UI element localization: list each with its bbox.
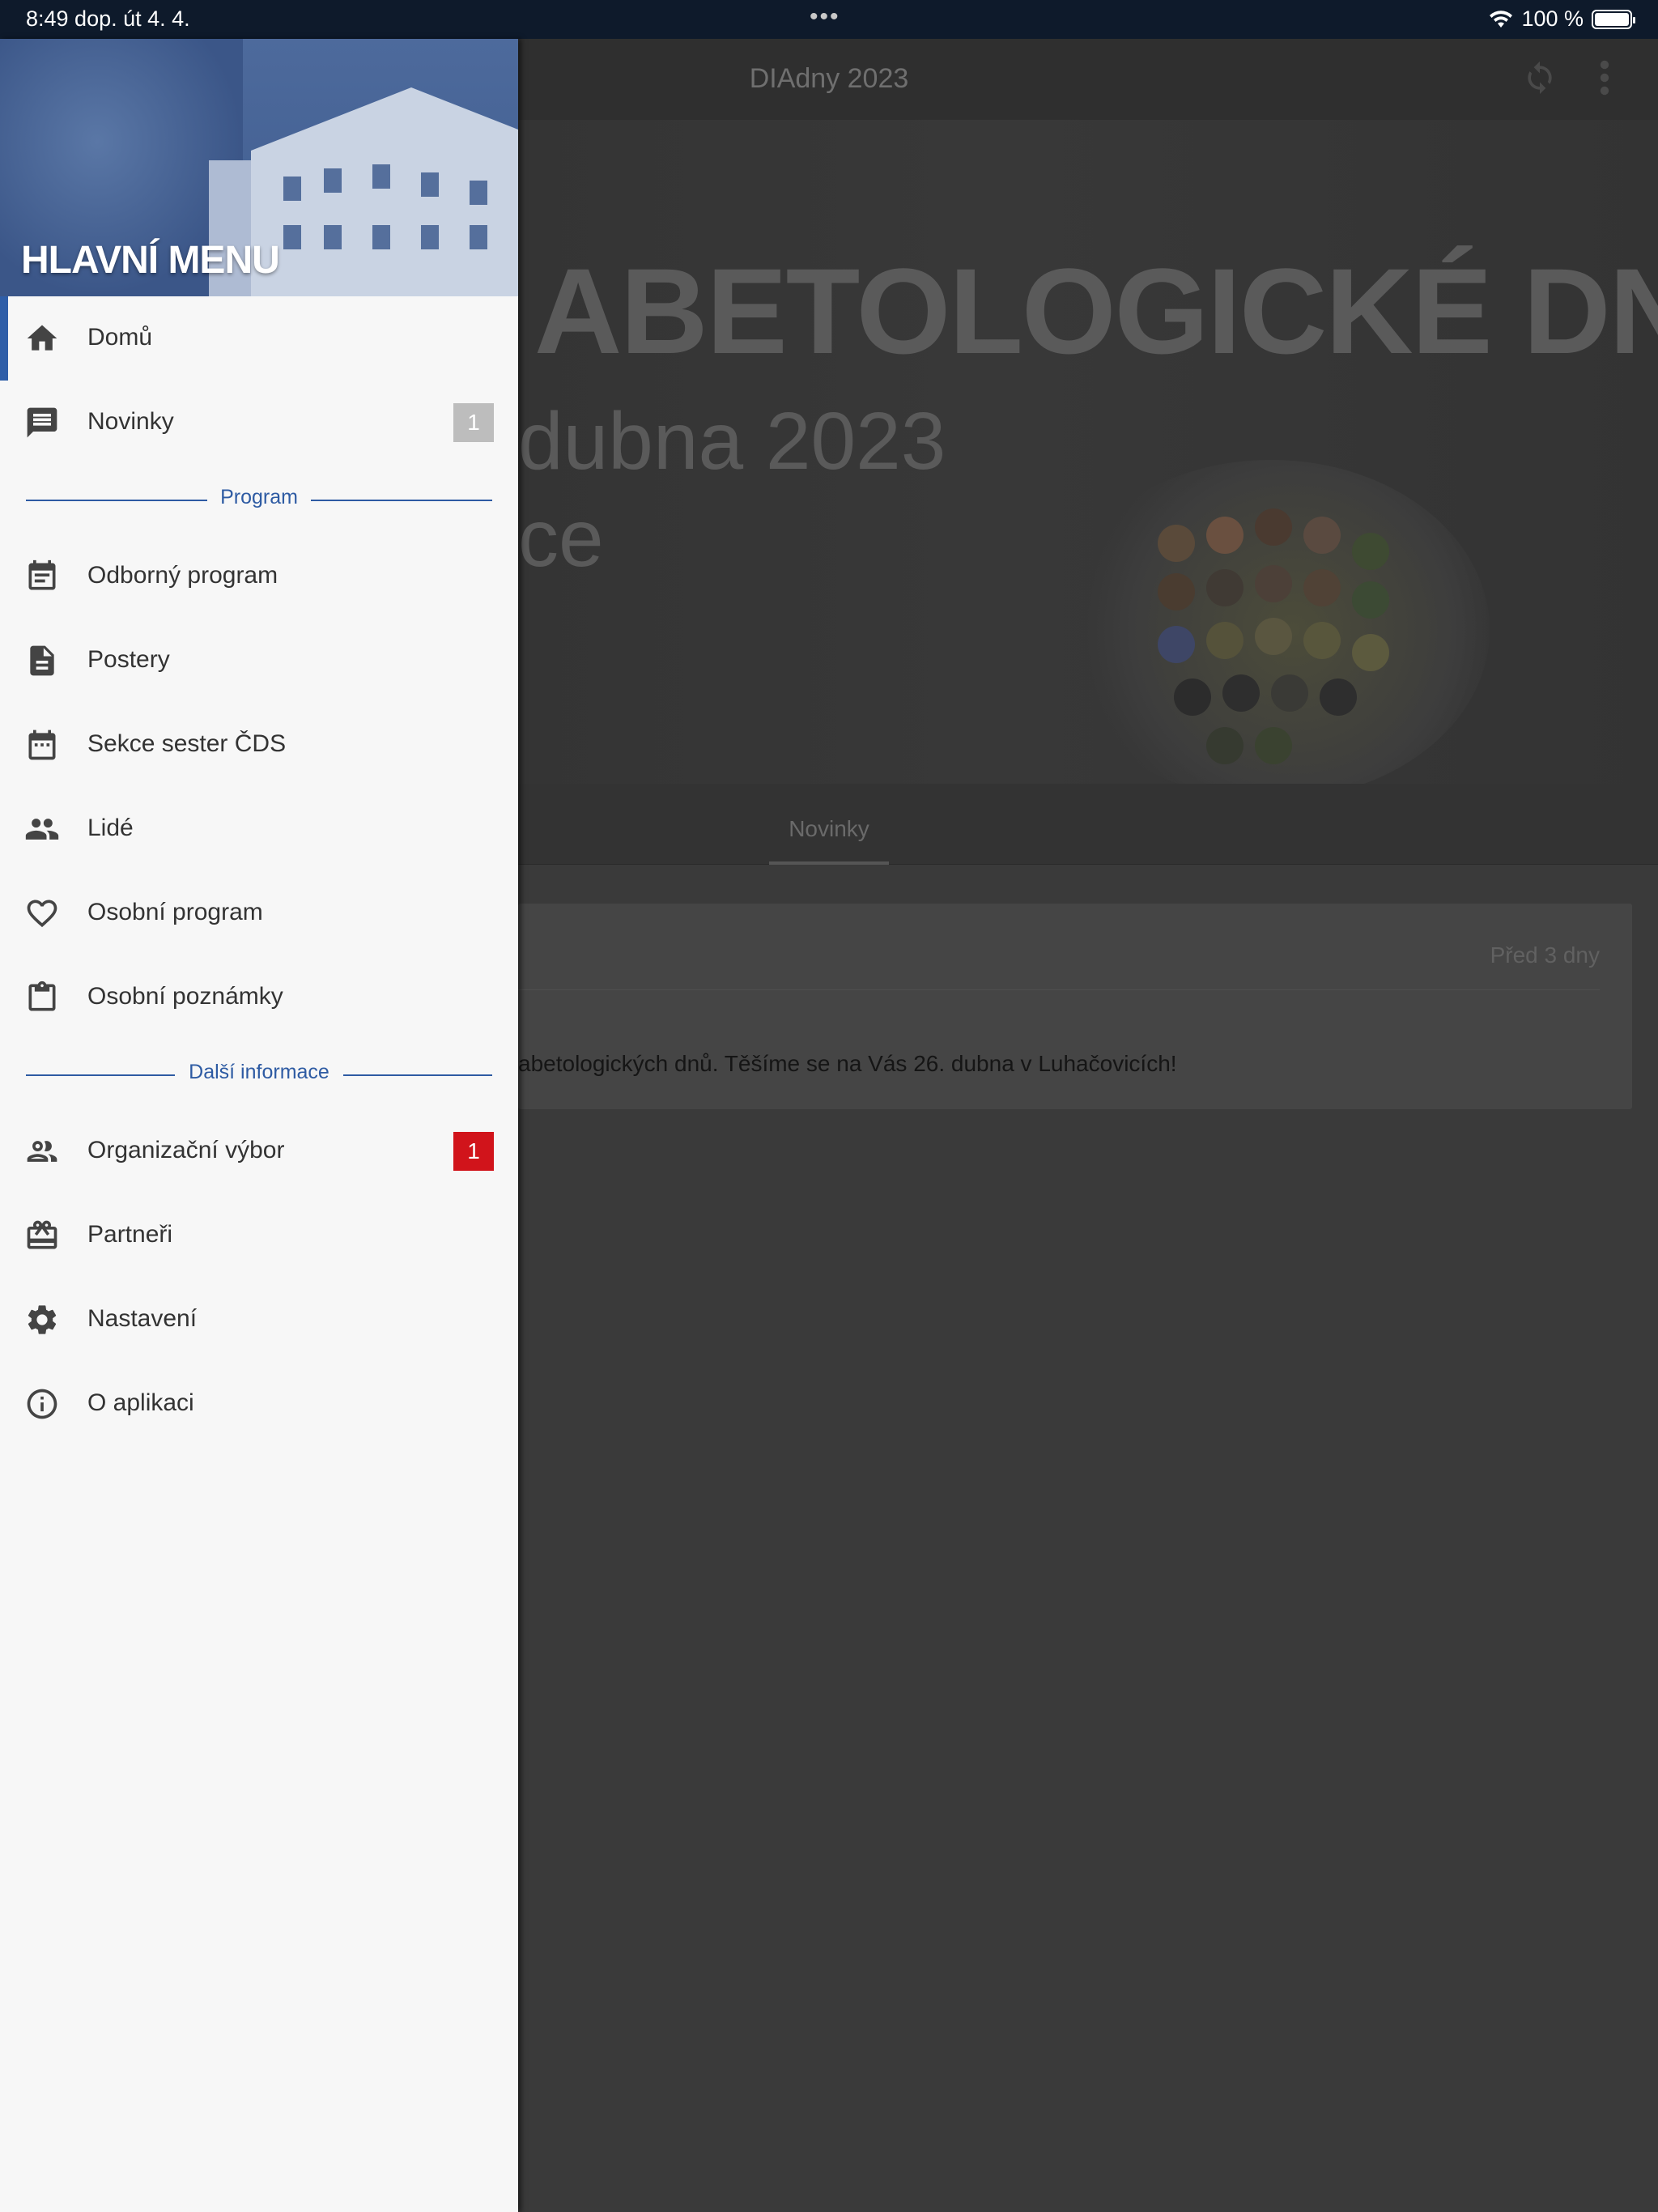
home-icon	[27, 325, 57, 351]
section-divider-program: Program	[0, 465, 518, 534]
hero-place: ce	[518, 493, 604, 584]
menu-item-personal-notes[interactable]: Osobní poznámky	[0, 955, 518, 1040]
section-label: Program	[220, 486, 298, 508]
menu-item-label: Domů	[87, 324, 153, 351]
news-card[interactable]: Před 3 dny abetologických dnů. Těšíme se…	[518, 904, 1632, 1109]
menu-item-personal-program[interactable]: Osobní program	[0, 871, 518, 955]
menu-item-organizing-committee[interactable]: Organizační výbor 1	[0, 1109, 518, 1193]
menu-item-label: Lidé	[87, 815, 134, 841]
menu-item-label: Nastavení	[87, 1305, 198, 1332]
sync-icon[interactable]	[1522, 60, 1558, 96]
calendar-text-icon	[28, 559, 56, 590]
document-icon	[30, 645, 54, 676]
gift-card-icon	[27, 1220, 57, 1249]
hero-title: ABETOLOGICKÉ DNY	[534, 243, 1658, 379]
message-icon	[27, 407, 57, 438]
section-divider-more-info: Další informace	[0, 1040, 518, 1109]
wifi-icon	[1490, 10, 1513, 28]
menu-item-nurses-section[interactable]: Sekce sester ČDS	[0, 703, 518, 787]
news-date: Před 3 dny	[1490, 942, 1600, 968]
committee-count-badge: 1	[453, 1132, 494, 1171]
menu-item-home[interactable]: Domů	[0, 296, 518, 381]
menu-item-label: Novinky	[87, 408, 174, 435]
menu-item-posters[interactable]: Postery	[0, 619, 518, 703]
people-icon	[25, 819, 59, 840]
news-text: abetologických dnů. Těšíme se na Vás 26.…	[518, 1051, 1177, 1076]
menu-item-professional-program[interactable]: Odborný program	[0, 534, 518, 619]
menu-item-label: Odborný program	[87, 562, 278, 589]
tab-novinky[interactable]: Novinky	[769, 816, 889, 842]
battery-percent: 100 %	[1521, 6, 1584, 31]
drawer-menu: Domů Novinky 1 Program Odborný program P…	[0, 296, 518, 1446]
menu-item-settings[interactable]: Nastavení	[0, 1278, 518, 1362]
multitasking-dots-icon[interactable]: •••	[810, 3, 840, 31]
clipboard-icon	[28, 981, 56, 1011]
battery-icon	[1592, 9, 1635, 29]
drawer-title: HLAVNÍ MENU	[21, 239, 280, 282]
calendar-icon	[28, 730, 56, 760]
section-label: Další informace	[189, 1061, 329, 1083]
status-time: 8:49 dop. út 4. 4.	[26, 6, 190, 31]
menu-item-label: Postery	[87, 646, 170, 673]
navigation-drawer: HLAVNÍ MENU Domů Novinky 1 Program Odbor…	[0, 39, 518, 2212]
menu-item-people[interactable]: Lidé	[0, 787, 518, 871]
news-divider	[518, 989, 1600, 990]
photo-globe	[1052, 460, 1490, 800]
group-outline-icon	[27, 1141, 57, 1162]
menu-item-label: Sekce sester ČDS	[87, 730, 287, 757]
menu-item-partners[interactable]: Partneři	[0, 1193, 518, 1278]
menu-item-news[interactable]: Novinky 1	[0, 381, 518, 465]
menu-item-label: Osobní program	[87, 899, 263, 925]
heart-icon	[27, 900, 57, 928]
menu-item-about[interactable]: O aplikaci	[0, 1362, 518, 1446]
menu-item-label: Partneři	[87, 1221, 173, 1248]
more-vert-icon[interactable]	[1596, 58, 1613, 97]
hero-date: dubna 2023	[518, 396, 946, 487]
status-bar: 8:49 dop. út 4. 4. ••• 100 %	[0, 0, 1658, 39]
drawer-header: HLAVNÍ MENU	[0, 39, 518, 296]
status-indicators: 100 %	[1489, 6, 1635, 32]
news-count-badge: 1	[453, 403, 494, 442]
menu-item-label: Organizační výbor	[87, 1137, 285, 1163]
header-building-image	[251, 87, 518, 296]
gear-icon	[28, 1305, 57, 1334]
tab-indicator	[769, 861, 889, 865]
info-icon	[27, 1389, 57, 1419]
menu-item-label: O aplikaci	[87, 1389, 194, 1416]
menu-item-label: Osobní poznámky	[87, 983, 283, 1010]
